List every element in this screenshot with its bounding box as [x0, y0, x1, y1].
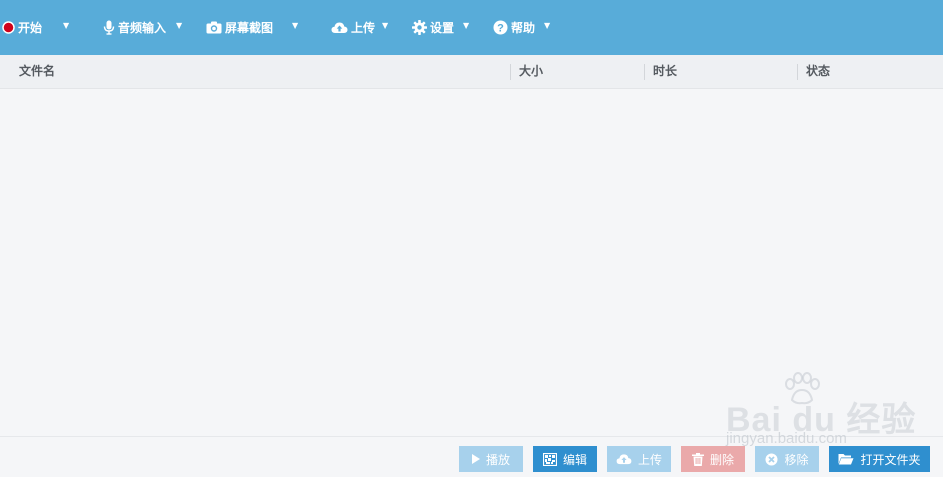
bottom-action-bar: 播放 编辑 上传 删除 移除 打开文件夹 [0, 436, 943, 477]
cloud-upload-icon [331, 21, 348, 34]
delete-button[interactable]: 删除 [681, 446, 745, 472]
trash-icon [691, 452, 704, 466]
help-dropdown-caret[interactable]: ▼ [544, 21, 550, 30]
column-header-size[interactable]: 大小 [519, 55, 543, 88]
column-header-duration[interactable]: 时长 [653, 55, 677, 88]
gear-icon [412, 20, 427, 35]
column-header-status[interactable]: 状态 [806, 55, 830, 88]
settings-dropdown-caret[interactable]: ▼ [463, 21, 469, 30]
start-label: 开始 [18, 21, 43, 35]
upload-menu-button[interactable]: 上传 [331, 0, 375, 55]
remove-circle-icon [765, 453, 778, 466]
question-icon: ? [493, 20, 508, 35]
play-label: 播放 [485, 452, 510, 467]
svg-text:?: ? [497, 23, 504, 35]
cloud-upload-icon [616, 453, 632, 465]
column-header-filename[interactable]: 文件名 [19, 55, 55, 88]
file-table-header: 文件名 大小 时长 状态 [0, 55, 943, 89]
audio-input-button[interactable]: 音频输入 [103, 0, 166, 55]
start-dropdown-caret[interactable]: ▼ [63, 21, 69, 30]
settings-button[interactable]: 设置 [412, 0, 454, 55]
upload-button[interactable]: 上传 [607, 446, 671, 472]
edit-label: 编辑 [562, 452, 587, 467]
edit-button[interactable]: 编辑 [533, 446, 597, 472]
microphone-icon [103, 20, 115, 35]
play-button[interactable]: 播放 [459, 446, 523, 472]
folder-open-icon [838, 453, 854, 465]
file-list[interactable] [0, 89, 943, 436]
audio-input-dropdown-caret[interactable]: ▼ [176, 21, 182, 30]
screenshot-label: 屏幕截图 [225, 21, 274, 35]
start-record-button[interactable]: 开始 [2, 0, 42, 55]
delete-label: 删除 [709, 452, 734, 467]
remove-button[interactable]: 移除 [755, 446, 819, 472]
screenshot-button[interactable]: 屏幕截图 [206, 0, 273, 55]
open-folder-button[interactable]: 打开文件夹 [829, 446, 930, 472]
camera-icon [206, 21, 222, 34]
column-divider[interactable] [644, 64, 645, 80]
remove-label: 移除 [784, 452, 809, 467]
screenshot-dropdown-caret[interactable]: ▼ [292, 21, 298, 30]
help-label: 帮助 [511, 21, 536, 35]
audio-input-label: 音频输入 [118, 21, 167, 35]
column-divider[interactable] [510, 64, 511, 80]
help-button[interactable]: ? 帮助 [493, 0, 535, 55]
record-icon [2, 21, 15, 34]
main-toolbar: 开始 ▼ 音频输入 ▼ 屏幕截图 ▼ 上传 ▼ 设置 ▼ ? 帮助 ▼ [0, 0, 943, 55]
settings-label: 设置 [430, 21, 455, 35]
open-folder-label: 打开文件夹 [860, 452, 921, 467]
upload-dropdown-caret[interactable]: ▼ [382, 21, 388, 30]
play-icon [471, 454, 480, 464]
column-divider[interactable] [797, 64, 798, 80]
upload-menu-label: 上传 [351, 21, 376, 35]
edit-icon [542, 452, 557, 466]
upload-label: 上传 [637, 452, 662, 467]
